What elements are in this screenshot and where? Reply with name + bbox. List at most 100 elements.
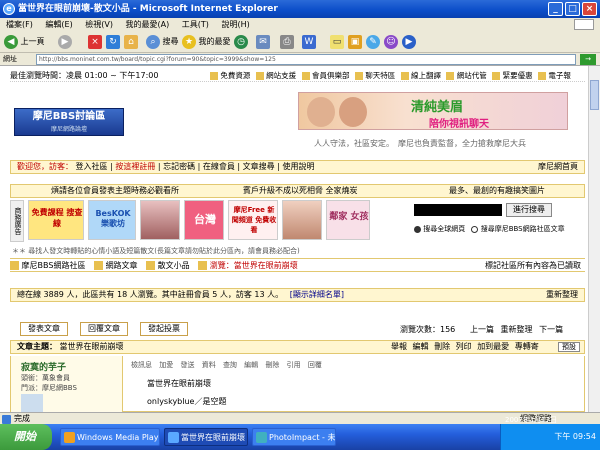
mail-button[interactable]: ✉	[256, 34, 270, 50]
prev-post-link[interactable]: 上一篇	[470, 325, 494, 334]
folder-icon	[146, 261, 156, 270]
next-post-link[interactable]: 下一篇	[539, 325, 563, 334]
menu-edit[interactable]: 編輯(E)	[45, 20, 72, 29]
radio-bbs[interactable]	[471, 225, 479, 233]
edit-post-button[interactable]: 編輯	[413, 342, 429, 351]
promo-mid-link[interactable]: 賓戶升級不成以死相脅 全家燒炭	[243, 185, 358, 197]
ad-neighbor-girl[interactable]: 鄰家 女孩	[326, 200, 370, 240]
discuss-button[interactable]: ▣	[348, 34, 362, 50]
search-box[interactable]	[414, 204, 502, 216]
tray-clock[interactable]: 下午 09:54	[554, 432, 596, 441]
breadcrumb-root[interactable]: 摩尼BBS網路社區	[22, 261, 86, 270]
wmp-button[interactable]: ▶	[402, 34, 416, 50]
home-link[interactable]: 摩尼網首頁	[538, 161, 578, 173]
scrollbar-thumb[interactable]	[590, 80, 599, 110]
menu-file[interactable]: 檔案(F)	[6, 20, 33, 29]
reply-button[interactable]: 回覆文章	[80, 322, 128, 336]
stop-button[interactable]: ×	[88, 34, 102, 50]
refresh-button[interactable]: ↻	[106, 34, 120, 50]
online-detail-link[interactable]: [顯示詳細名單]	[290, 290, 344, 299]
address-input[interactable]: http://bbs.moninet.com.tw/board/topic.cg…	[36, 54, 576, 65]
register-link[interactable]: 按這裡註冊	[115, 162, 155, 171]
edit-button[interactable]: W	[302, 34, 316, 50]
task-ie-window[interactable]: 當世界在眼前崩壞	[164, 428, 248, 446]
note-button[interactable]: ▭	[330, 34, 344, 50]
menu-view[interactable]: 檢視(V)	[85, 20, 113, 29]
minimize-button[interactable]: _	[548, 2, 563, 16]
breadcrumb-articles[interactable]: 網路文章	[106, 261, 138, 270]
promo-left-link[interactable]: 煩請各位會員發表主題時務必觀看所	[51, 185, 179, 197]
meta-reply[interactable]: 回覆	[308, 361, 322, 369]
online-members-link[interactable]: 在線會員	[203, 162, 235, 171]
topnav-free[interactable]: 免費資源	[220, 71, 250, 80]
task-photoimpact[interactable]: PhotoImpact - 未命名	[252, 428, 336, 446]
forgot-password-link[interactable]: 忘記密碼	[163, 162, 195, 171]
start-button[interactable]: 開始	[0, 424, 52, 450]
favorites-button[interactable]: ★ 我的最愛	[182, 34, 231, 50]
ad-photo-2[interactable]	[282, 200, 322, 240]
ad-course[interactable]: 免費課程 搜查線	[28, 200, 84, 240]
forward-post-button[interactable]: 專轉寄	[515, 342, 539, 351]
task-media-player[interactable]: Windows Media Player	[60, 428, 160, 446]
history-button[interactable]: ◷	[234, 34, 248, 50]
print-button[interactable]: ⎙	[280, 34, 294, 50]
delete-post-button[interactable]: 刪除	[434, 342, 450, 351]
ad-taiwan[interactable]: 台灣	[184, 200, 224, 240]
menu-help[interactable]: 說明(H)	[221, 20, 249, 29]
refresh-link[interactable]: 重新整理	[546, 289, 578, 301]
meta-add[interactable]: 加愛	[159, 361, 173, 369]
ad-news-channel[interactable]: 摩尼Free 新聞頻道 免費收看	[228, 200, 278, 240]
meta-message[interactable]: 檢訊息	[131, 361, 152, 369]
go-button[interactable]: →	[580, 54, 596, 65]
messenger-button[interactable]: ☺	[384, 34, 398, 50]
forward-button[interactable]: ▶	[58, 34, 72, 50]
topnav-club[interactable]: 會員俱樂部	[312, 71, 350, 80]
topnav-chat[interactable]: 聊天特區	[365, 71, 395, 80]
meta-profile[interactable]: 資料	[202, 361, 216, 369]
print-icon: ⎙	[280, 34, 294, 49]
topnav-offer[interactable]: 緊要優惠	[503, 71, 533, 80]
meta-quote[interactable]: 引用	[287, 361, 301, 369]
vertical-scrollbar[interactable]	[588, 66, 600, 412]
menu-bar: 檔案(F) 編輯(E) 檢視(V) 我的最愛(A) 工具(T) 說明(H)	[0, 18, 600, 31]
post-body-source: onlyskyblue／是空題	[147, 397, 227, 406]
nav-icon	[400, 72, 409, 80]
login-link[interactable]: 登入社區	[76, 162, 108, 171]
top-banner-ad[interactable]: 清純美眉 陪你視訊聊天	[298, 92, 568, 130]
topnav-hosting[interactable]: 網站代管	[457, 71, 487, 80]
menu-tools[interactable]: 工具(T)	[182, 20, 209, 29]
reload-link[interactable]: 重新整理	[501, 325, 533, 334]
topnav-translate[interactable]: 線上翻譯	[411, 71, 441, 80]
meta-send[interactable]: 發送	[180, 361, 194, 369]
menu-favorites[interactable]: 我的最愛(A)	[126, 20, 170, 29]
promo-right-link[interactable]: 最多、最創的有趣搞笑圖片	[449, 185, 545, 197]
radio-web[interactable]	[414, 225, 421, 233]
search-submit-button[interactable]: 進行搜尋	[506, 203, 552, 217]
site-logo[interactable]: 摩尼BBS討論區 摩尼網路論壇	[14, 108, 124, 136]
display-select[interactable]: 預設	[558, 342, 580, 352]
author-name[interactable]: 寂寞的芋子	[21, 360, 66, 373]
ad-beskok[interactable]: BesKOK 樂歌坊	[88, 200, 136, 240]
favorite-post-button[interactable]: 加到最愛	[477, 342, 509, 351]
home-button[interactable]: ⌂	[124, 34, 138, 50]
mark-read-link[interactable]: 標記社區所有內容為已讀取	[485, 259, 581, 272]
meta-delete[interactable]: 刪除	[265, 361, 279, 369]
article-search-link[interactable]: 文章搜尋	[243, 162, 275, 171]
research-button[interactable]: ✎	[366, 34, 380, 50]
print-post-button[interactable]: 列印	[456, 342, 472, 351]
maximize-button[interactable]: □	[565, 2, 580, 16]
close-button[interactable]: ×	[582, 2, 597, 16]
search-button[interactable]: ⌕ 搜尋	[146, 34, 179, 50]
meta-search[interactable]: 查詢	[223, 361, 237, 369]
breadcrumb-prose[interactable]: 散文小品	[158, 261, 190, 270]
report-button[interactable]: 舉報	[391, 342, 407, 351]
help-link[interactable]: 使用說明	[282, 162, 314, 171]
tray-date: 2007年1月17日	[505, 416, 558, 424]
meta-edit[interactable]: 編輯	[244, 361, 258, 369]
topnav-newsletter[interactable]: 電子報	[548, 71, 571, 80]
ad-photo-1[interactable]	[140, 200, 180, 240]
poll-button[interactable]: 發起投票	[140, 322, 188, 336]
back-button[interactable]: ◀ 上一頁	[4, 34, 45, 50]
new-post-button[interactable]: 發表文章	[20, 322, 68, 336]
topnav-support[interactable]: 網站支援	[266, 71, 296, 80]
